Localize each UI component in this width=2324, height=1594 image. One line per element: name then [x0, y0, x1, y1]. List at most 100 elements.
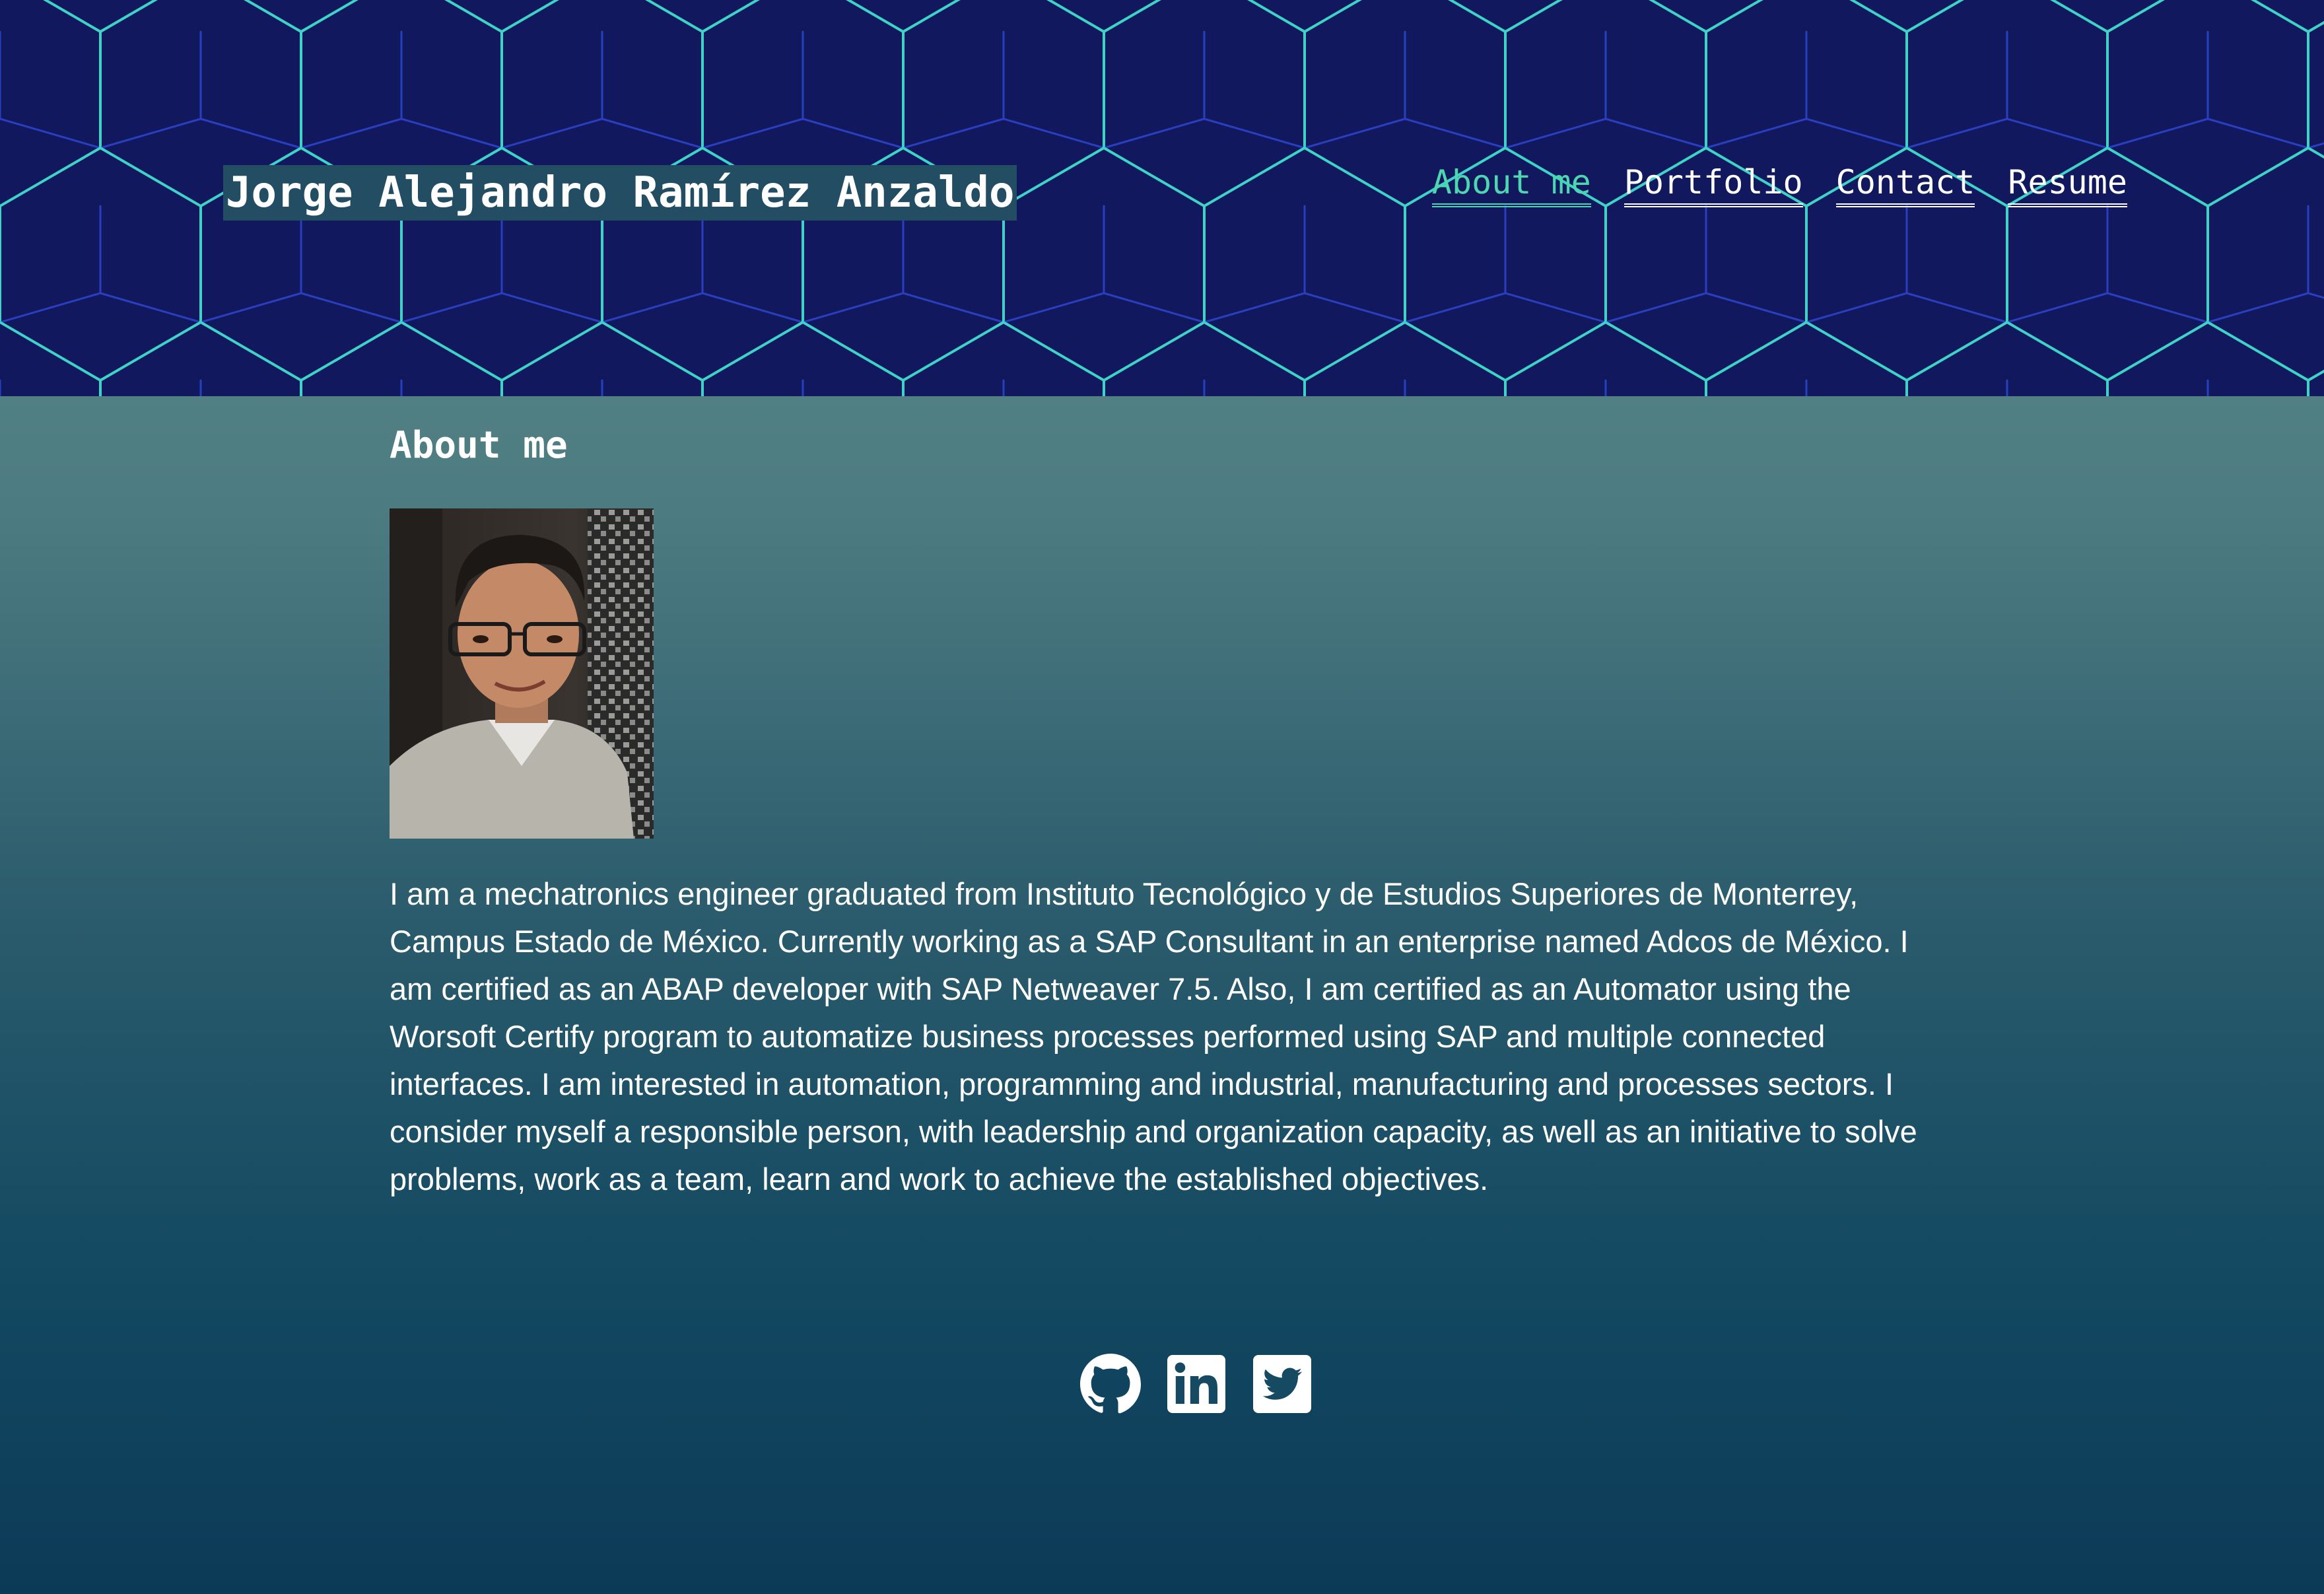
hex-line: [99, 321, 202, 382]
hex-line: [2307, 292, 2324, 299]
hex-line: [1247, 0, 1306, 33]
hex-line: [1303, 147, 1406, 207]
hex-line: [1705, 0, 1763, 33]
hex-line: [2106, 118, 2209, 149]
hex-line: [701, 321, 804, 382]
hex-line: [1303, 0, 1362, 33]
hex-line: [1103, 321, 1206, 382]
hex-line: [1504, 292, 1607, 324]
hex-line: [902, 321, 1005, 382]
hex-line: [1203, 147, 1306, 207]
hex-line: [1203, 292, 1306, 324]
nav-about-me[interactable]: About me: [1431, 162, 1591, 207]
profile-photo: [390, 508, 654, 839]
hex-line: [2050, 0, 2109, 33]
hex-line: [1705, 321, 1808, 382]
nav-resume[interactable]: Resume: [2008, 162, 2127, 207]
hex-line: [1303, 321, 1406, 382]
hex-line: [0, 118, 102, 149]
hex-line: [1303, 118, 1406, 149]
hex-line: [2206, 321, 2309, 382]
hex-line: [300, 292, 403, 324]
hex-line: [1905, 292, 2008, 324]
hex-line: [1604, 118, 1707, 149]
hex-line: [99, 118, 202, 149]
twitter-icon: [1253, 1355, 1311, 1413]
hex-line: [1103, 118, 1206, 149]
hex-line: [1905, 118, 2008, 149]
github-link[interactable]: [1079, 1352, 1142, 1416]
hex-line: [199, 321, 302, 382]
hex-line: [444, 0, 503, 33]
site-title: Jorge Alejandro Ramírez Anzaldo: [223, 165, 1017, 221]
linkedin-link[interactable]: [1165, 1352, 1228, 1416]
hex-line: [1002, 147, 1105, 207]
hex-line: [99, 147, 202, 207]
nav-portfolio[interactable]: Portfolio: [1623, 162, 1803, 207]
hex-line: [2106, 292, 2209, 324]
hex-line: [0, 321, 102, 382]
hex-line: [2307, 147, 2324, 159]
hex-line: [1705, 292, 1808, 324]
section-title: About me: [390, 424, 568, 467]
hex-line: [500, 321, 603, 382]
hex-line: [601, 118, 704, 149]
hex-line: [601, 292, 704, 324]
hex-line: [2106, 321, 2209, 382]
hex-line: [1905, 321, 2008, 382]
hex-line: [1002, 321, 1105, 382]
hex-line: [2307, 369, 2324, 382]
hex-line: [400, 118, 503, 149]
hex-line: [300, 321, 403, 382]
hex-line: [1203, 118, 1306, 149]
hex-line: [244, 0, 302, 33]
hex-line: [1649, 0, 1707, 33]
hex-line: [2206, 292, 2309, 324]
hex-line: [1404, 118, 1507, 149]
hex-line: [802, 292, 905, 324]
hex-line: [1604, 292, 1707, 324]
hex-line: [2106, 0, 2165, 33]
hex-line: [1103, 292, 1206, 324]
hex-line: [1404, 292, 1507, 324]
hex-line: [1805, 292, 1908, 324]
hex-line: [902, 0, 961, 33]
github-icon: [1080, 1354, 1142, 1414]
hex-line: [2206, 147, 2309, 207]
about-section: About me I am a mechatronics engineer gr…: [390, 423, 1934, 1203]
hex-line: [902, 292, 1005, 324]
hex-line: [2206, 118, 2309, 149]
hex-line: [43, 0, 102, 33]
hex-line: [1705, 118, 1808, 149]
hex-line: [1604, 321, 1707, 382]
social-links: [1079, 1352, 1314, 1416]
hex-line: [199, 118, 302, 149]
hex-line: [1103, 0, 1161, 33]
hex-line: [400, 321, 503, 382]
hex-line: [1103, 147, 1206, 207]
hex-line: [1203, 321, 1306, 382]
hex-line: [1504, 118, 1607, 149]
hex-line: [2251, 0, 2309, 33]
hex-line: [99, 0, 158, 33]
hex-line: [645, 0, 704, 33]
hex-line: [500, 292, 603, 324]
bio-paragraph: I am a mechatronics engineer graduated f…: [390, 876, 1917, 1196]
hex-line: [1504, 0, 1563, 33]
hex-line: [902, 118, 1005, 149]
hex-line: [199, 292, 302, 324]
hex-line: [400, 292, 503, 324]
hex-line: [2307, 20, 2324, 33]
twitter-link[interactable]: [1250, 1352, 1314, 1416]
hex-line: [1002, 292, 1105, 324]
hex-line: [1905, 0, 1964, 33]
hex-line: [300, 118, 403, 149]
hex-line: [500, 0, 559, 33]
main-nav: About me Portfolio Contact Resume: [1431, 162, 2127, 207]
hex-line: [1448, 0, 1507, 33]
hex-line: [846, 0, 905, 33]
hex-line: [1805, 118, 1908, 149]
nav-contact[interactable]: Contact: [1835, 162, 1975, 207]
hex-line: [601, 321, 704, 382]
hex-line: [1849, 0, 1908, 33]
